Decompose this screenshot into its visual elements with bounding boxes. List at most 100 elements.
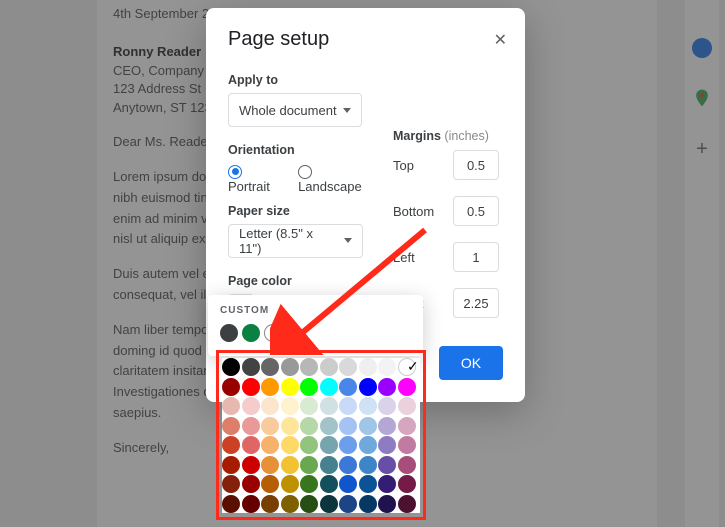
palette-swatch[interactable] — [300, 417, 318, 435]
palette-swatch[interactable] — [222, 417, 240, 435]
palette-swatch[interactable] — [281, 495, 299, 513]
dialog-title: Page setup — [228, 28, 503, 51]
palette-swatch[interactable] — [242, 397, 260, 415]
palette-swatch[interactable] — [339, 358, 357, 376]
palette-swatch[interactable] — [339, 417, 357, 435]
palette-swatch[interactable] — [359, 358, 377, 376]
palette-swatch[interactable] — [398, 417, 416, 435]
palette-swatch[interactable] — [378, 475, 396, 493]
palette-swatch[interactable] — [339, 456, 357, 474]
palette-swatch[interactable] — [300, 397, 318, 415]
palette-swatch[interactable] — [320, 475, 338, 493]
palette-swatch[interactable] — [320, 456, 338, 474]
palette-swatch[interactable] — [261, 436, 279, 454]
custom-color-swatch[interactable] — [220, 324, 238, 342]
palette-swatch[interactable] — [281, 358, 299, 376]
palette-swatch[interactable] — [261, 397, 279, 415]
palette-swatch[interactable] — [359, 417, 377, 435]
palette-swatch[interactable] — [261, 378, 279, 396]
palette-swatch[interactable] — [339, 436, 357, 454]
palette-swatch[interactable] — [359, 475, 377, 493]
custom-color-swatch[interactable] — [242, 324, 260, 342]
palette-swatch[interactable] — [378, 417, 396, 435]
palette-swatch[interactable] — [378, 456, 396, 474]
palette-swatch[interactable] — [398, 436, 416, 454]
check-icon: ✓ — [407, 358, 419, 375]
apply-to-select[interactable]: Whole document — [228, 93, 362, 127]
palette-swatch[interactable] — [398, 397, 416, 415]
margin-bottom-input[interactable] — [453, 196, 499, 226]
custom-swatch-row: + — [220, 324, 411, 342]
palette-swatch[interactable] — [222, 495, 240, 513]
paper-size-select[interactable]: Letter (8.5" x 11") — [228, 224, 363, 258]
palette-swatch[interactable] — [320, 436, 338, 454]
orientation-landscape[interactable]: Landscape — [298, 163, 363, 194]
palette-swatch[interactable] — [261, 358, 279, 376]
palette-swatch[interactable] — [320, 495, 338, 513]
palette-swatch[interactable] — [222, 475, 240, 493]
palette-swatch[interactable] — [378, 378, 396, 396]
palette-swatch[interactable] — [320, 417, 338, 435]
palette-swatch[interactable] — [261, 495, 279, 513]
palette-swatch[interactable] — [300, 436, 318, 454]
palette-swatch[interactable] — [359, 436, 377, 454]
palette-swatch[interactable] — [242, 475, 260, 493]
palette-swatch[interactable] — [300, 495, 318, 513]
page-color-label: Page color — [228, 274, 363, 288]
margin-left-input[interactable] — [453, 242, 499, 272]
palette-swatch[interactable] — [261, 456, 279, 474]
palette-swatch[interactable] — [281, 417, 299, 435]
palette-swatch[interactable] — [398, 475, 416, 493]
palette-swatch[interactable] — [281, 436, 299, 454]
paper-size-label: Paper size — [228, 204, 363, 218]
palette-swatch[interactable] — [222, 436, 240, 454]
margin-top-input[interactable] — [453, 150, 499, 180]
palette-swatch[interactable] — [339, 378, 357, 396]
palette-swatch[interactable] — [378, 358, 396, 376]
custom-section-label: CUSTOM — [220, 305, 411, 316]
palette-swatch[interactable] — [242, 436, 260, 454]
palette-swatch[interactable] — [339, 397, 357, 415]
palette-swatch[interactable] — [359, 456, 377, 474]
palette-swatch[interactable] — [242, 495, 260, 513]
add-custom-color-button[interactable]: + — [264, 324, 282, 342]
palette-swatch[interactable] — [261, 475, 279, 493]
close-icon[interactable]: ✕ — [494, 30, 507, 50]
palette-swatch[interactable] — [398, 378, 416, 396]
palette-swatch[interactable] — [359, 378, 377, 396]
margin-right-input[interactable] — [453, 288, 499, 318]
palette-swatch[interactable] — [320, 397, 338, 415]
palette-swatch[interactable] — [300, 378, 318, 396]
palette-swatch[interactable] — [222, 397, 240, 415]
palette-swatch[interactable] — [378, 397, 396, 415]
palette-swatch[interactable] — [378, 495, 396, 513]
palette-swatch[interactable] — [398, 456, 416, 474]
palette-swatch[interactable] — [281, 378, 299, 396]
palette-swatch[interactable] — [339, 475, 357, 493]
palette-swatch[interactable] — [222, 456, 240, 474]
palette-swatch[interactable] — [300, 358, 318, 376]
palette-swatch[interactable] — [242, 417, 260, 435]
palette-swatch[interactable] — [300, 456, 318, 474]
ok-button[interactable]: OK — [439, 346, 503, 380]
palette-swatch[interactable] — [242, 358, 260, 376]
palette-swatch[interactable] — [261, 417, 279, 435]
palette-swatch[interactable] — [242, 378, 260, 396]
color-palette — [222, 358, 420, 513]
palette-swatch[interactable] — [300, 475, 318, 493]
palette-swatch[interactable] — [359, 495, 377, 513]
palette-swatch[interactable] — [378, 436, 396, 454]
orientation-label: Orientation — [228, 143, 363, 157]
palette-swatch[interactable] — [222, 358, 240, 376]
palette-swatch[interactable] — [242, 456, 260, 474]
orientation-portrait[interactable]: Portrait — [228, 163, 276, 194]
palette-swatch[interactable] — [320, 358, 338, 376]
palette-swatch[interactable] — [320, 378, 338, 396]
palette-swatch[interactable] — [359, 397, 377, 415]
palette-swatch[interactable] — [222, 378, 240, 396]
palette-swatch[interactable] — [398, 495, 416, 513]
palette-swatch[interactable] — [281, 397, 299, 415]
palette-swatch[interactable] — [281, 475, 299, 493]
palette-swatch[interactable] — [339, 495, 357, 513]
palette-swatch[interactable] — [281, 456, 299, 474]
